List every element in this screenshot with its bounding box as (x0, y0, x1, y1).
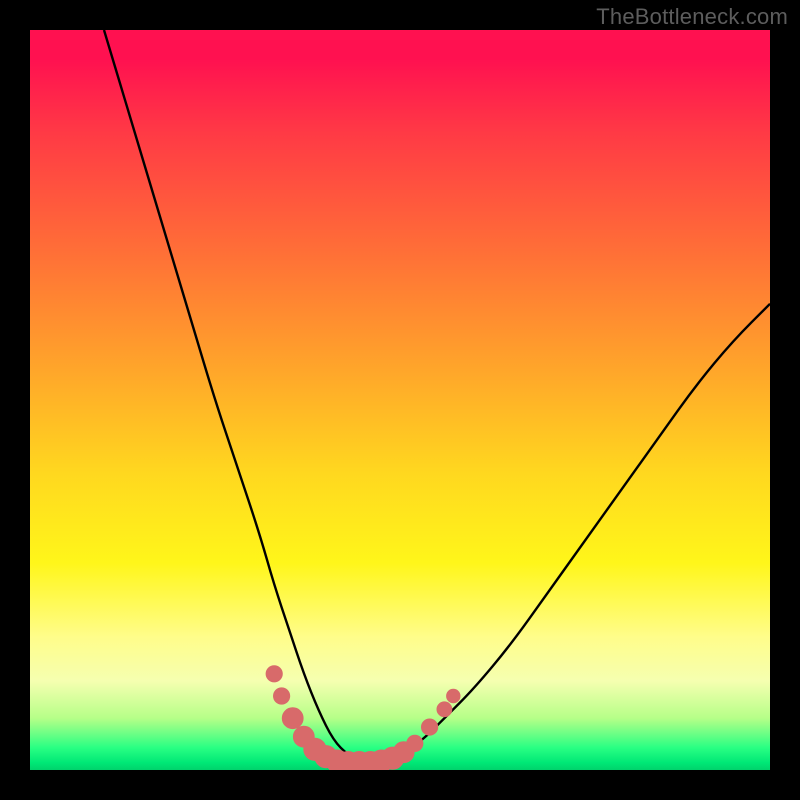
curve-marker (422, 719, 438, 735)
curve-marker (274, 688, 290, 704)
curve-marker (266, 666, 282, 682)
bottleneck-curve (104, 30, 770, 763)
curve-marker (437, 702, 452, 717)
marker-group (266, 666, 460, 770)
watermark-text: TheBottleneck.com (596, 4, 788, 30)
curve-layer (30, 30, 770, 770)
plot-area (30, 30, 770, 770)
curve-marker (447, 689, 460, 702)
curve-marker (282, 708, 303, 729)
curve-marker (407, 735, 423, 751)
chart-canvas: TheBottleneck.com (0, 0, 800, 800)
